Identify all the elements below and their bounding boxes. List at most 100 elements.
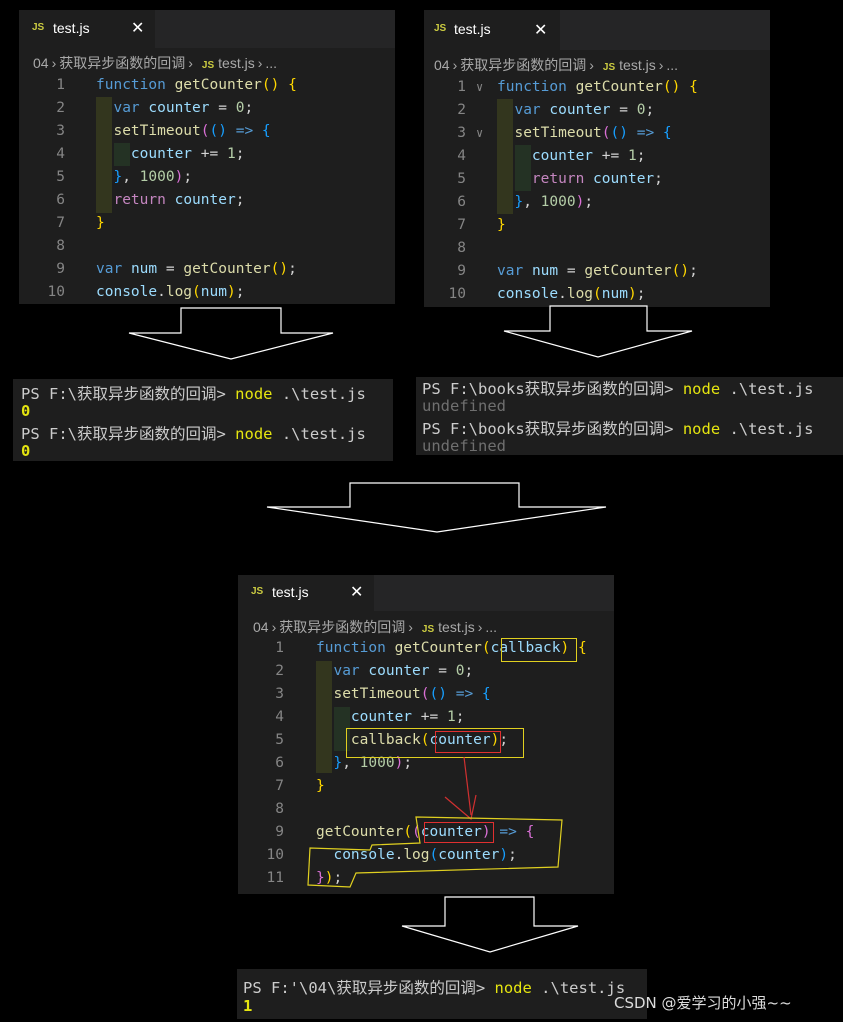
terminal-line: PS F:'\04\获取异步函数的回调> node .\test.js	[243, 976, 625, 998]
code-line: setTimeout(() => {	[333, 686, 491, 702]
terminal-prompt: PS F:\books获取异步函数的回调>	[422, 380, 674, 398]
terminal-output-2: PS F:\books获取异步函数的回调> node .\test.js und…	[416, 377, 843, 455]
close-icon[interactable]: ✕	[534, 20, 547, 40]
tab-filename: test.js	[53, 20, 90, 36]
line-number: 2	[275, 663, 284, 679]
chevron-right-icon: ›	[51, 55, 57, 71]
line-number: 7	[275, 778, 284, 794]
line-number: 4	[457, 148, 466, 164]
line-number: 5	[457, 171, 466, 187]
terminal-output: 0	[21, 442, 31, 460]
code-line: var counter = 0;	[333, 663, 474, 679]
tab-filename: test.js	[272, 584, 309, 600]
js-file-icon: JS	[201, 60, 215, 71]
breadcrumb-file[interactable]: test.js	[218, 55, 255, 71]
code-line: }, 1000);	[113, 169, 193, 185]
line-number: 6	[275, 755, 284, 771]
code-line: counter += 1;	[531, 148, 646, 164]
breadcrumb-dir[interactable]: 获取异步函数的回调	[279, 619, 405, 635]
line-number: 11	[266, 870, 284, 886]
breadcrumb-more[interactable]: ...	[666, 57, 678, 73]
breadcrumb-dir[interactable]: 获取异步函数的回调	[460, 57, 586, 73]
terminal-args: .\test.js	[720, 420, 814, 438]
line-number: 6	[457, 194, 466, 210]
close-icon[interactable]: ✕	[131, 18, 144, 38]
down-arrow-icon	[266, 482, 607, 533]
code-line: }, 1000);	[514, 194, 594, 210]
annotation-arrow-icon	[307, 756, 563, 888]
watermark: CSDN @爱学习的小强~~	[614, 994, 792, 1012]
terminal-args: .\test.js	[720, 380, 814, 398]
callback-param-highlight	[501, 638, 577, 662]
line-number: 10	[266, 847, 284, 863]
line-number: 9	[275, 824, 284, 840]
js-file-icon: JS	[251, 586, 264, 597]
js-file-icon: JS	[32, 22, 45, 33]
line-number: 7	[56, 215, 65, 231]
code-area[interactable]: 1 function getCounter() { 2 var counter =…	[19, 74, 395, 304]
tab-test-js[interactable]: JS test.js ✕	[19, 10, 155, 48]
terminal-output-1: PS F:\获取异步函数的回调> node .\test.js 0 PS F:\…	[13, 379, 393, 461]
code-area[interactable]: 1 ∨ function getCounter() { 2 var counter …	[424, 76, 770, 306]
breadcrumb-more[interactable]: ...	[265, 55, 277, 71]
code-line: function getCounter() {	[96, 77, 297, 93]
breadcrumb-dir[interactable]: 获取异步函数的回调	[59, 55, 185, 71]
breadcrumb-folder[interactable]: 04	[253, 619, 269, 635]
breadcrumb-folder[interactable]: 04	[33, 55, 49, 71]
tab-bar: JS test.js ✕	[19, 10, 395, 48]
code-line: setTimeout(() => {	[113, 123, 271, 139]
line-number: 9	[457, 263, 466, 279]
chevron-right-icon: ›	[589, 57, 594, 73]
terminal-command: node	[235, 385, 273, 403]
terminal-output: 1	[243, 997, 253, 1015]
code-line: return counter;	[113, 192, 245, 208]
line-number: 4	[275, 709, 284, 725]
line-number: 4	[56, 146, 65, 162]
code-line: counter += 1;	[350, 709, 465, 725]
editor-panel-1: JS test.js ✕ 04 › 获取异步函数的回调 › JS test.js ›... …	[19, 10, 395, 304]
terminal-args: .\test.js	[531, 979, 626, 997]
terminal-command: node	[682, 420, 721, 438]
code-line: var num = getCounter();	[96, 261, 297, 277]
code-line: counter += 1;	[130, 146, 245, 162]
code-line: }	[96, 215, 105, 231]
line-number: 10	[47, 284, 65, 300]
terminal-output: undefined	[422, 437, 506, 455]
chevron-down-icon[interactable]: ∨	[476, 76, 483, 99]
line-number: 9	[56, 261, 65, 277]
breadcrumb: 04 › 获取异步函数的回调 › JS test.js ›...	[434, 55, 678, 75]
terminal-prompt: PS F:\获取异步函数的回调>	[21, 385, 226, 403]
breadcrumb-file[interactable]: test.js	[438, 619, 475, 635]
code-line: console.log(num);	[497, 286, 646, 302]
terminal-prompt: PS F:'\04\获取异步函数的回调>	[243, 979, 486, 997]
terminal-args: .\test.js	[272, 385, 366, 403]
code-line: function getCounter() {	[497, 79, 698, 95]
breadcrumb-file[interactable]: test.js	[619, 57, 656, 73]
breadcrumb-more[interactable]: ...	[485, 619, 497, 635]
terminal-line: PS F:\获取异步函数的回调> node .\test.js	[21, 422, 366, 444]
chevron-right-icon: ›	[257, 55, 263, 71]
breadcrumb-folder[interactable]: 04	[434, 57, 450, 73]
js-file-icon: JS	[602, 62, 616, 73]
chevron-right-icon: ›	[271, 619, 277, 635]
code-line: var counter = 0;	[514, 102, 655, 118]
code-line: setTimeout(() => {	[514, 125, 672, 141]
tab-filename: test.js	[454, 21, 491, 37]
tab-test-js[interactable]: JS test.js ✕	[424, 10, 560, 50]
code-line: }	[497, 217, 506, 233]
tab-test-js[interactable]: JS test.js ✕	[238, 575, 374, 611]
terminal-output: undefined	[422, 397, 506, 415]
code-line: console.log(num);	[96, 284, 245, 300]
chevron-down-icon[interactable]: ∨	[476, 122, 483, 145]
breadcrumb: 04 › 获取异步函数的回调 › JS test.js ›...	[253, 617, 497, 637]
close-icon[interactable]: ✕	[350, 582, 363, 602]
line-number: 5	[275, 732, 284, 748]
line-number: 8	[457, 240, 466, 256]
code-line: var num = getCounter();	[497, 263, 698, 279]
line-number: 2	[457, 102, 466, 118]
chevron-right-icon: ›	[658, 57, 664, 73]
line-number: 7	[457, 217, 466, 233]
down-arrow-icon	[503, 305, 693, 358]
terminal-command: node	[682, 380, 721, 398]
terminal-line: PS F:\books获取异步函数的回调> node .\test.js	[422, 417, 813, 439]
